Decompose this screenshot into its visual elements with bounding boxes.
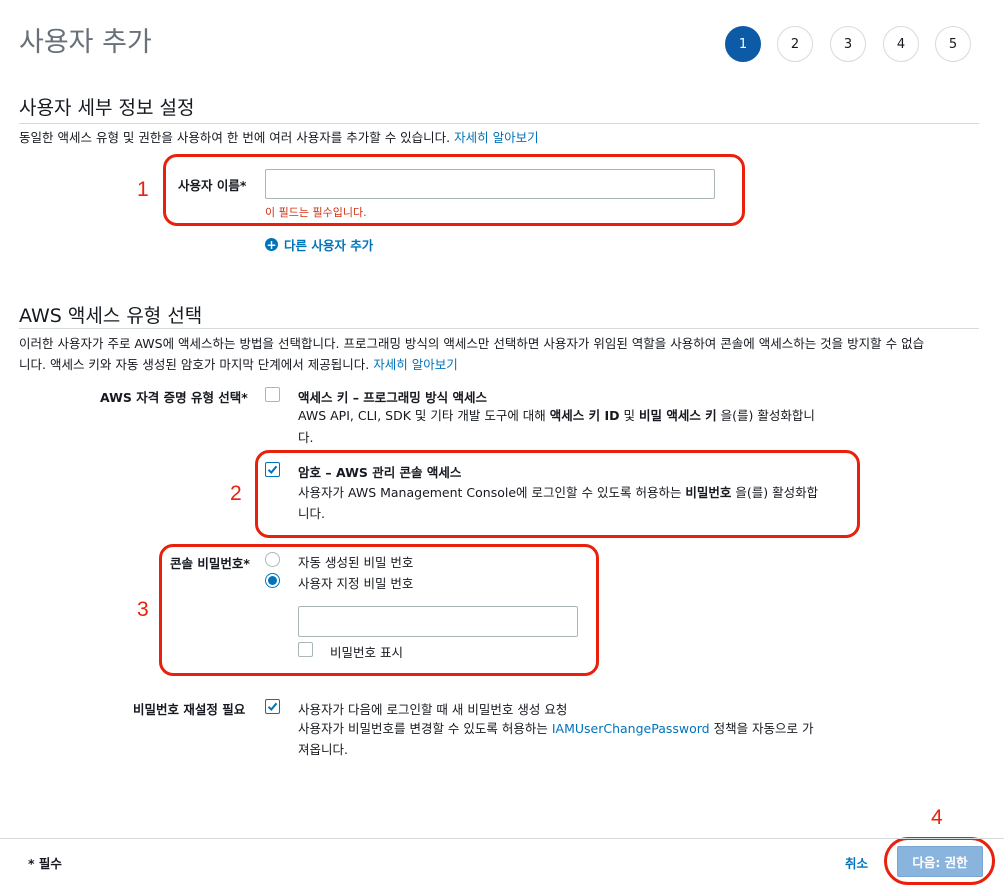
- annotation-box-2: [255, 450, 860, 538]
- step-4[interactable]: 4: [883, 26, 919, 62]
- annotation-box-1: [163, 154, 745, 226]
- add-user-label: 다른 사용자 추가: [284, 238, 374, 253]
- credential-type-label: AWS 자격 증명 유형 선택*: [100, 390, 248, 405]
- add-another-user-link[interactable]: + 다른 사용자 추가: [265, 235, 373, 254]
- access-description-line1: 이러한 사용자가 주로 AWS에 액세스하는 방법을 선택합니다. 프로그래밍 …: [19, 336, 925, 351]
- annotation-box-3: [159, 544, 599, 676]
- programmatic-access-description-cont: 다.: [298, 430, 314, 445]
- annotation-number-1: 1: [137, 178, 149, 201]
- programmatic-access-checkbox[interactable]: [265, 387, 280, 402]
- next-permissions-button[interactable]: 다음: 권한: [897, 846, 983, 877]
- user-details-description: 동일한 액세스 유형 및 권한을 사용하여 한 번에 여러 사용자를 추가할 수…: [19, 130, 539, 145]
- section-divider: [19, 328, 979, 329]
- password-reset-description-cont: 져옵니다.: [298, 742, 348, 757]
- programmatic-access-description: AWS API, CLI, SDK 및 기타 개발 도구에 대해 액세스 키 I…: [298, 408, 815, 423]
- annotation-number-4: 4: [931, 806, 943, 829]
- learn-more-link[interactable]: 자세히 알아보기: [454, 130, 538, 145]
- required-note: * 필수: [28, 856, 62, 871]
- iam-policy-link[interactable]: IAMUserChangePassword: [552, 721, 710, 736]
- password-reset-checkbox[interactable]: [265, 699, 280, 714]
- learn-more-link[interactable]: 자세히 알아보기: [373, 357, 457, 372]
- annotation-number-3: 3: [137, 598, 149, 621]
- password-reset-description: 사용자가 비밀번호를 변경할 수 있도록 허용하는 IAMUserChangeP…: [298, 721, 814, 736]
- plus-circle-icon: +: [265, 237, 278, 252]
- step-3[interactable]: 3: [830, 26, 866, 62]
- access-type-title: AWS 액세스 유형 선택: [19, 305, 203, 327]
- access-description-line2: 니다. 액세스 키와 자동 생성된 암호가 마지막 단계에서 제공됩니다. 자세…: [19, 357, 458, 372]
- step-2[interactable]: 2: [777, 26, 813, 62]
- footer-divider: [0, 838, 1004, 839]
- checkmark-icon: [267, 702, 278, 711]
- password-reset-label: 비밀번호 재설정 필요: [133, 702, 246, 717]
- programmatic-access-title: 액세스 키 – 프로그래밍 방식 액세스: [298, 390, 488, 405]
- user-details-title: 사용자 세부 정보 설정: [19, 97, 195, 119]
- cancel-button[interactable]: 취소: [845, 853, 868, 872]
- section-divider: [19, 123, 979, 124]
- step-5[interactable]: 5: [935, 26, 971, 62]
- annotation-number-2: 2: [230, 482, 242, 505]
- step-1[interactable]: 1: [725, 26, 761, 62]
- password-reset-title: 사용자가 다음에 로그인할 때 새 비밀번호 생성 요청: [298, 702, 568, 717]
- page-title: 사용자 추가: [19, 27, 152, 58]
